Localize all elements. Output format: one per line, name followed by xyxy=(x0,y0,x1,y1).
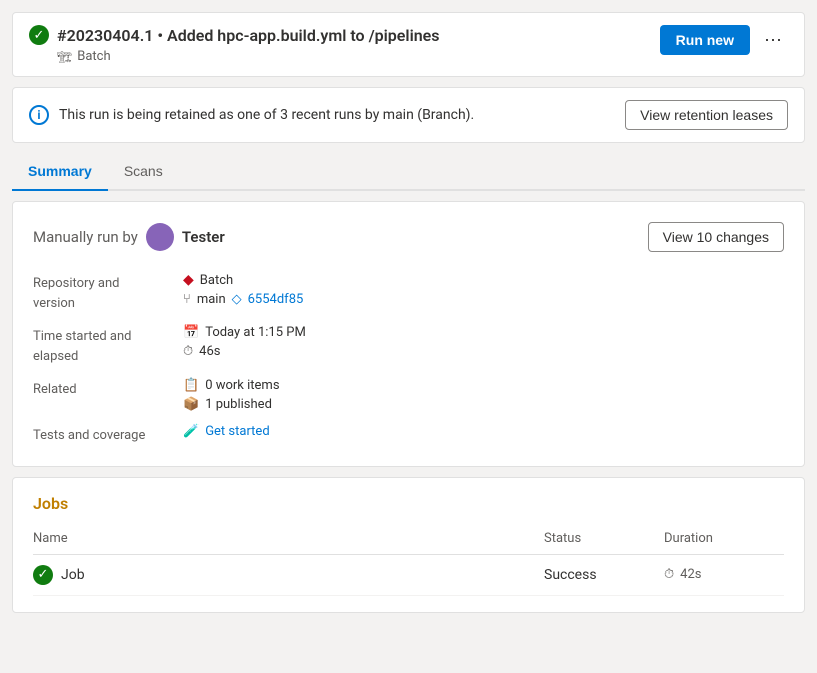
col-status: Status xyxy=(544,527,664,555)
info-icon: i xyxy=(29,105,49,125)
user-name: Tester xyxy=(182,228,225,246)
avatar xyxy=(146,223,174,251)
tabs-row: Summary Scans xyxy=(12,153,805,191)
work-items-icon: 📋 xyxy=(183,378,199,393)
commit-icon: ◇ xyxy=(232,292,242,307)
jobs-table-header: Name Status Duration xyxy=(33,527,784,555)
duration-clock-icon: ⏱ xyxy=(664,567,674,582)
branch-row: ⑂ main ◇ 6554df85 xyxy=(183,292,784,307)
header-subtitle: 🏗 Batch xyxy=(29,49,440,64)
tab-summary[interactable]: Summary xyxy=(12,153,108,191)
time-label: Time started andelapsed xyxy=(33,325,183,366)
test-icon: 🧪 xyxy=(183,424,199,439)
duration-value: 42s xyxy=(680,567,701,582)
tests-value: 🧪 Get started xyxy=(183,424,784,446)
commit-hash: 6554df85 xyxy=(248,292,304,307)
time-value: 📅 Today at 1:15 PM ⏱ 46s xyxy=(183,325,784,366)
header-card: ✓ #20230404.1 • Added hpc-app.build.yml … xyxy=(12,12,805,77)
manually-run-label: Manually run by xyxy=(33,228,138,246)
run-new-button[interactable]: Run new xyxy=(660,25,750,55)
get-started-row: 🧪 Get started xyxy=(183,424,784,439)
header-left: ✓ #20230404.1 • Added hpc-app.build.yml … xyxy=(29,25,440,64)
branch-icon: ⑂ xyxy=(183,292,191,307)
jobs-title: Jobs xyxy=(33,494,784,513)
job-name-cell: ✓ Job xyxy=(33,554,544,595)
related-value: 📋 0 work items 📦 1 published xyxy=(183,378,784,412)
summary-card: Manually run by Tester View 10 changes R… xyxy=(12,201,805,467)
view-changes-button[interactable]: View 10 changes xyxy=(648,222,784,252)
col-name: Name xyxy=(33,527,544,555)
published-row: 📦 1 published xyxy=(183,397,784,412)
get-started-link[interactable]: Get started xyxy=(205,424,269,439)
related-label: Related xyxy=(33,378,183,412)
published-icon: 📦 xyxy=(183,397,199,412)
page-title: #20230404.1 • Added hpc-app.build.yml to… xyxy=(57,26,440,45)
jobs-card: Jobs Name Status Duration ✓ Job Success … xyxy=(12,477,805,613)
repo-value: ◆ Batch ⑂ main ◇ 6554df85 xyxy=(183,272,784,313)
header-title-row: ✓ #20230404.1 • Added hpc-app.build.yml … xyxy=(29,25,440,45)
repo-name-row: ◆ Batch xyxy=(183,272,784,288)
header-actions: Run new ⋯ xyxy=(660,25,788,55)
tests-label: Tests and coverage xyxy=(33,424,183,446)
tab-scans[interactable]: Scans xyxy=(108,153,179,191)
job-duration-cell: ⏱ 42s xyxy=(664,554,784,595)
job-success-icon: ✓ xyxy=(33,565,53,585)
job-name: Job xyxy=(61,567,85,583)
details-grid: Repository andversion ◆ Batch ⑂ main ◇ 6… xyxy=(33,272,784,446)
more-options-button[interactable]: ⋯ xyxy=(758,26,788,55)
manually-run-row: Manually run by Tester View 10 changes xyxy=(33,222,784,252)
manually-run-left: Manually run by Tester xyxy=(33,223,225,251)
repo-label: Repository andversion xyxy=(33,272,183,313)
page-container: ✓ #20230404.1 • Added hpc-app.build.yml … xyxy=(0,0,817,625)
time-started-row: 📅 Today at 1:15 PM xyxy=(183,325,784,340)
col-duration: Duration xyxy=(664,527,784,555)
view-retention-leases-button[interactable]: View retention leases xyxy=(625,100,788,130)
table-row[interactable]: ✓ Job Success ⏱ 42s xyxy=(33,554,784,595)
job-status-cell: Success xyxy=(544,554,664,595)
jobs-table: Name Status Duration ✓ Job Success ⏱ 42s xyxy=(33,527,784,596)
pipeline-success-icon: ✓ xyxy=(29,25,49,45)
time-started: Today at 1:15 PM xyxy=(205,325,306,340)
calendar-icon: 📅 xyxy=(183,325,199,340)
retention-banner: i This run is being retained as one of 3… xyxy=(12,87,805,143)
retention-left: i This run is being retained as one of 3… xyxy=(29,105,474,125)
retention-message: This run is being retained as one of 3 r… xyxy=(59,107,474,123)
clock-icon: ⏱ xyxy=(183,344,193,359)
work-items-row: 📋 0 work items xyxy=(183,378,784,393)
batch-icon: 🏗 xyxy=(57,50,72,64)
repo-diamond-icon: ◆ xyxy=(183,272,194,288)
elapsed-row: ⏱ 46s xyxy=(183,344,784,359)
